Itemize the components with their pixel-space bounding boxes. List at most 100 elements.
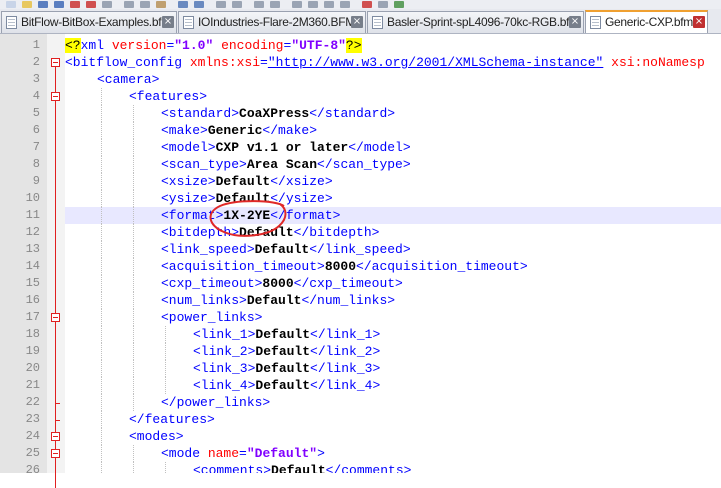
code-line[interactable]: <comments>Default</comments> — [65, 462, 721, 473]
code-line[interactable]: </power_links> — [65, 394, 721, 411]
xml-token-txt: Default — [255, 327, 311, 342]
code-line[interactable]: <model>CXP v1.1 or later</model> — [65, 139, 721, 156]
copy-icon[interactable] — [140, 1, 150, 8]
save-icon[interactable] — [38, 1, 48, 8]
line-number: 26 — [25, 463, 40, 477]
line-number: 8 — [32, 157, 40, 171]
save-all-icon[interactable] — [54, 1, 64, 8]
indent-guide — [133, 207, 134, 224]
undo-icon[interactable] — [178, 1, 188, 8]
file-icon — [6, 16, 17, 29]
xml-token-txt: 8000 — [262, 276, 294, 291]
cut-icon[interactable] — [124, 1, 134, 8]
play-macro-icon[interactable] — [394, 1, 404, 8]
code-line[interactable]: <link_speed>Default</link_speed> — [65, 241, 721, 258]
code-line[interactable]: <link_2>Default</link_2> — [65, 343, 721, 360]
code-line[interactable]: <standard>CoaXPress</standard> — [65, 105, 721, 122]
xml-token-tag: <mode — [161, 446, 208, 461]
xml-token-txt: CoaXPress — [239, 106, 310, 121]
tab-label: Basler-Sprint-spL4096-70kc-RGB.bfml — [387, 15, 582, 29]
code-line[interactable]: <power_links> — [65, 309, 721, 326]
indent-guide — [101, 105, 102, 122]
xml-token-tag: <cxp_timeout> — [161, 276, 263, 291]
tab-basler-sprint[interactable]: Basler-Sprint-spL4096-70kc-RGB.bfml × — [367, 11, 584, 33]
code-line[interactable]: <modes> — [65, 428, 721, 445]
close-tab-icon[interactable]: × — [569, 16, 581, 28]
code-line-content: <scan_type>Area Scan</scan_type> — [161, 156, 411, 173]
code-line-content: <model>CXP v1.1 or later</model> — [161, 139, 411, 156]
show-all-chars-icon[interactable] — [324, 1, 334, 8]
tab-ioindustries-flare[interactable]: IOIndustries-Flare-2M360.BFML × — [178, 11, 366, 33]
tab-generic-cxp[interactable]: Generic-CXP.bfml × — [585, 10, 708, 33]
xml-token-txt: Area Scan — [246, 157, 318, 172]
line-number: 18 — [25, 327, 40, 341]
zoom-out-icon[interactable] — [270, 1, 280, 8]
fold-margin[interactable] — [47, 34, 65, 488]
indent-guide — [101, 377, 102, 394]
indent-guide — [133, 377, 134, 394]
code-editor[interactable]: <?xml version="1.0" encoding="UTF-8"?> <b… — [65, 34, 721, 473]
xml-token-tag: <link_1> — [193, 327, 256, 342]
xml-token-tag: </xsize> — [270, 174, 333, 189]
find-icon[interactable] — [216, 1, 226, 8]
indent-guide — [133, 445, 134, 462]
code-line-content: <?xml version="1.0" encoding="UTF-8"?> — [65, 37, 362, 54]
redo-icon[interactable] — [194, 1, 204, 8]
code-line[interactable]: <link_1>Default</link_1> — [65, 326, 721, 343]
code-line-content: <bitflow_config xmlns:xsi="http://www.w3… — [65, 54, 705, 71]
code-line[interactable]: <features> — [65, 88, 721, 105]
close-icon[interactable] — [70, 1, 80, 8]
zoom-in-icon[interactable] — [254, 1, 264, 8]
fold-toggle-icon[interactable] — [51, 449, 60, 458]
fold-toggle-icon[interactable] — [51, 58, 60, 67]
indent-guide — [101, 156, 102, 173]
xml-token-tag: <link_2> — [193, 344, 256, 359]
indent-guide — [101, 326, 102, 343]
indent-guide-icon[interactable] — [340, 1, 350, 8]
code-line[interactable]: <num_links>Default</num_links> — [65, 292, 721, 309]
print-icon[interactable] — [102, 1, 112, 8]
code-line[interactable]: <format>1X-2YE</format> — [65, 207, 721, 224]
code-line[interactable]: <scan_type>Area Scan</scan_type> — [65, 156, 721, 173]
xml-token-tag: </link_4> — [310, 378, 381, 393]
indent-guide — [101, 445, 102, 462]
close-tab-icon[interactable]: × — [351, 16, 363, 28]
code-line[interactable]: <cxp_timeout>8000</cxp_timeout> — [65, 275, 721, 292]
code-line[interactable]: <?xml version="1.0" encoding="UTF-8"?> — [65, 37, 721, 54]
close-tab-icon[interactable]: × — [162, 16, 174, 28]
record-macro-icon[interactable] — [362, 1, 372, 8]
stop-macro-icon[interactable] — [378, 1, 388, 8]
sync-scroll-icon[interactable] — [292, 1, 302, 8]
code-line[interactable]: </features> — [65, 411, 721, 428]
replace-icon[interactable] — [232, 1, 242, 8]
xml-token-txt: Generic — [207, 123, 263, 138]
paste-icon[interactable] — [156, 1, 166, 8]
code-line[interactable]: <make>Generic</make> — [65, 122, 721, 139]
close-all-icon[interactable] — [86, 1, 96, 8]
word-wrap-icon[interactable] — [308, 1, 318, 8]
code-line[interactable]: <mode name="Default"> — [65, 445, 721, 462]
fold-toggle-icon[interactable] — [51, 92, 60, 101]
code-line[interactable]: <xsize>Default</xsize> — [65, 173, 721, 190]
open-file-icon[interactable] — [22, 1, 32, 8]
code-line[interactable]: <bitdepth>Default</bitdepth> — [65, 224, 721, 241]
fold-toggle-icon[interactable] — [51, 432, 60, 441]
close-tab-icon[interactable]: × — [693, 16, 705, 28]
code-line[interactable]: <link_4>Default</link_4> — [65, 377, 721, 394]
indent-guide — [165, 462, 166, 473]
xml-token-txt: Default — [255, 361, 311, 376]
code-line[interactable]: <ysize>Default</ysize> — [65, 190, 721, 207]
code-line[interactable]: <acquisition_timeout>8000</acquisition_t… — [65, 258, 721, 275]
xml-token-tag: </link_2> — [310, 344, 381, 359]
line-number: 12 — [25, 225, 40, 239]
tab-bitflow-bitbox-examples[interactable]: BitFlow-BitBox-Examples.bfml × — [1, 11, 177, 33]
code-line[interactable]: <bitflow_config xmlns:xsi="http://www.w3… — [65, 54, 721, 71]
new-file-icon[interactable] — [6, 1, 16, 8]
indent-guide — [101, 360, 102, 377]
code-line-content: <num_links>Default</num_links> — [161, 292, 395, 309]
code-line[interactable]: <camera> — [65, 71, 721, 88]
code-line-content: <camera> — [97, 71, 159, 88]
xml-token-tag: <xsize> — [161, 174, 216, 189]
code-line[interactable]: <link_3>Default</link_3> — [65, 360, 721, 377]
fold-toggle-icon[interactable] — [51, 313, 60, 322]
